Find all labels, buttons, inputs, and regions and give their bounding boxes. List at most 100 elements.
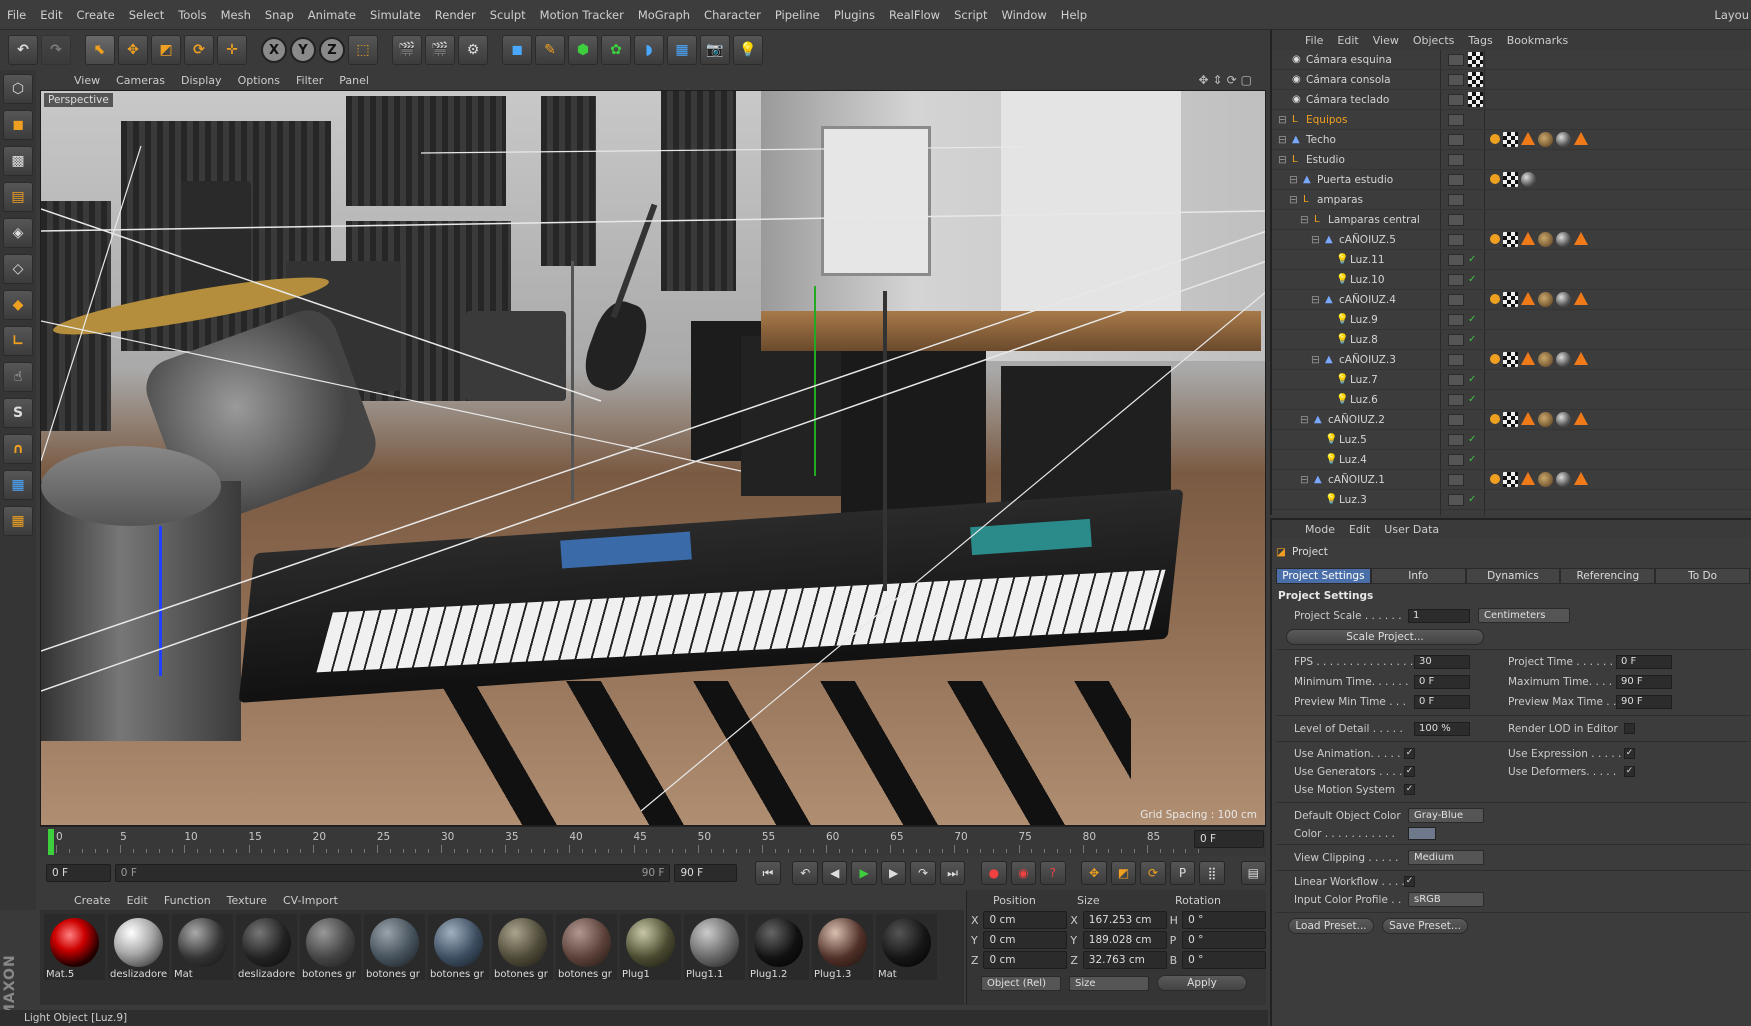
render-picture-viewer-icon[interactable]: 🎬: [425, 35, 455, 65]
tag-icon[interactable]: [1521, 412, 1535, 425]
layout-menu[interactable]: Layou: [1714, 8, 1749, 22]
end-frame-field[interactable]: 90 F: [674, 864, 738, 882]
tag-icon[interactable]: [1538, 292, 1553, 307]
pen-spline-icon[interactable]: ✎: [535, 35, 565, 65]
viewport-menu-options[interactable]: Options: [230, 74, 288, 87]
color-swatch[interactable]: [1408, 827, 1436, 840]
next-frame-icon[interactable]: ▶: [880, 861, 907, 885]
use-motion-system-checkbox[interactable]: ✓: [1404, 784, 1415, 795]
expand-toggle-icon[interactable]: ⊟: [1300, 474, 1309, 486]
workplane-mode-icon[interactable]: ▤: [3, 182, 33, 212]
visibility-toggle[interactable]: [1448, 333, 1464, 346]
material-swatch[interactable]: deslizadore: [236, 914, 297, 980]
visibility-toggle[interactable]: [1448, 53, 1464, 66]
size-field[interactable]: 32.763 cm: [1082, 951, 1167, 969]
edges-mode-icon[interactable]: ◇: [3, 254, 33, 284]
use-animation-checkbox[interactable]: ✓: [1404, 748, 1415, 759]
enabled-check-icon[interactable]: ✓: [1468, 454, 1476, 465]
workplane-icon[interactable]: ▦: [3, 470, 33, 500]
tag-icon[interactable]: [1490, 354, 1500, 364]
menu-tools[interactable]: Tools: [171, 8, 213, 22]
material-menu-texture[interactable]: Texture: [219, 894, 275, 907]
material-menu-create[interactable]: Create: [66, 894, 119, 907]
previous-frame-icon[interactable]: ◀: [821, 861, 848, 885]
magnet-icon[interactable]: ∩: [3, 434, 33, 464]
tab-info[interactable]: Info: [1370, 568, 1466, 584]
menu-script[interactable]: Script: [947, 8, 994, 22]
goto-end-icon[interactable]: ⏭: [939, 861, 966, 885]
menu-character[interactable]: Character: [697, 8, 768, 22]
object-menu-tags[interactable]: Tags: [1461, 34, 1499, 47]
tag-icon[interactable]: [1521, 172, 1536, 187]
render-lod-checkbox[interactable]: [1624, 723, 1635, 734]
enabled-check-icon[interactable]: ✓: [1468, 334, 1476, 345]
object-menu-file[interactable]: File: [1298, 34, 1330, 47]
input-color-profile-dropdown[interactable]: sRGB: [1408, 892, 1484, 907]
load-preset-button[interactable]: Load Preset...: [1288, 918, 1374, 934]
enabled-check-icon[interactable]: ✓: [1468, 434, 1476, 445]
preview-min-time-field[interactable]: 0 F: [1414, 695, 1470, 709]
render-view-icon[interactable]: 🎬: [392, 35, 422, 65]
tag-icon[interactable]: [1503, 412, 1518, 427]
floor-scene-icon[interactable]: ▦: [667, 35, 697, 65]
object-row[interactable]: ⊟ ▲ cAÑOIUZ.2: [1272, 410, 1751, 430]
expand-toggle-icon[interactable]: ⊟: [1300, 414, 1309, 426]
object-row[interactable]: ⊟ L Equipos: [1272, 110, 1751, 130]
object-row[interactable]: ⊟ ▲ cAÑOIUZ.5: [1272, 230, 1751, 250]
key-position-icon[interactable]: ✥: [1081, 861, 1107, 885]
visibility-toggle[interactable]: [1448, 233, 1464, 246]
size-mode-dropdown[interactable]: Size: [1069, 975, 1149, 991]
tag-icon[interactable]: [1490, 474, 1500, 484]
rot-field[interactable]: 0 °: [1182, 951, 1266, 969]
visibility-toggle[interactable]: [1448, 413, 1464, 426]
menu-window[interactable]: Window: [994, 8, 1053, 22]
menu-mesh[interactable]: Mesh: [214, 8, 258, 22]
menu-help[interactable]: Help: [1054, 8, 1094, 22]
tag-icon[interactable]: [1538, 352, 1553, 367]
start-frame-field[interactable]: 0 F: [46, 864, 111, 882]
object-row[interactable]: 💡 Luz.10 ✓: [1272, 270, 1751, 290]
expand-toggle-icon[interactable]: ⊟: [1278, 114, 1287, 126]
material-menu-function[interactable]: Function: [156, 894, 219, 907]
light-icon[interactable]: 💡: [733, 35, 763, 65]
tag-icon[interactable]: [1556, 132, 1571, 147]
tag-icon[interactable]: [1556, 352, 1571, 367]
material-swatch[interactable]: deslizadore: [108, 914, 169, 980]
tag-icon[interactable]: [1503, 292, 1518, 307]
3d-viewport[interactable]: Perspective Grid Spacing : 100 cm: [40, 90, 1266, 826]
autokey-icon[interactable]: ◉: [1010, 861, 1037, 885]
enabled-check-icon[interactable]: ✓: [1468, 374, 1476, 385]
object-row[interactable]: ◉ Cámara consola: [1272, 70, 1751, 90]
visibility-toggle[interactable]: [1448, 433, 1464, 446]
menu-simulate[interactable]: Simulate: [363, 8, 428, 22]
material-swatch[interactable]: Mat: [876, 914, 937, 980]
menu-create[interactable]: Create: [70, 8, 122, 22]
enabled-check-icon[interactable]: ✓: [1468, 494, 1476, 505]
fps-field[interactable]: 30: [1414, 655, 1470, 669]
expand-toggle-icon[interactable]: ⊟: [1278, 154, 1287, 166]
object-menu-objects[interactable]: Objects: [1406, 34, 1462, 47]
subdivision-surface-icon[interactable]: ⬢: [568, 35, 598, 65]
tag-icon[interactable]: [1574, 472, 1588, 485]
tag-icon[interactable]: [1490, 174, 1500, 184]
object-row[interactable]: ⊟ ▲ cAÑOIUZ.1: [1272, 470, 1751, 490]
tag-icon[interactable]: [1538, 412, 1553, 427]
tag-icon[interactable]: [1538, 132, 1553, 147]
rot-field[interactable]: 0 °: [1182, 931, 1266, 949]
object-row[interactable]: ⊟ ▲ cAÑOIUZ.3: [1272, 350, 1751, 370]
object-row[interactable]: 💡 Luz.7 ✓: [1272, 370, 1751, 390]
tag-icon[interactable]: [1538, 472, 1553, 487]
pos-field[interactable]: 0 cm: [983, 931, 1068, 949]
object-row[interactable]: ⊟ ▲ cAÑOIUZ.4: [1272, 290, 1751, 310]
x-axis-lock-button[interactable]: X: [261, 37, 287, 63]
object-row[interactable]: 💡 Luz.5 ✓: [1272, 430, 1751, 450]
camera-icon[interactable]: 📷: [700, 35, 730, 65]
z-axis-lock-button[interactable]: Z: [319, 37, 345, 63]
menu-render[interactable]: Render: [428, 8, 483, 22]
play-icon[interactable]: ▶: [851, 861, 877, 885]
tag-icon[interactable]: [1574, 352, 1588, 365]
tag-icon[interactable]: [1556, 232, 1571, 247]
tag-icon[interactable]: [1490, 294, 1500, 304]
enabled-check-icon[interactable]: ✓: [1468, 314, 1476, 325]
attribute-menu-mode[interactable]: Mode: [1298, 523, 1342, 536]
